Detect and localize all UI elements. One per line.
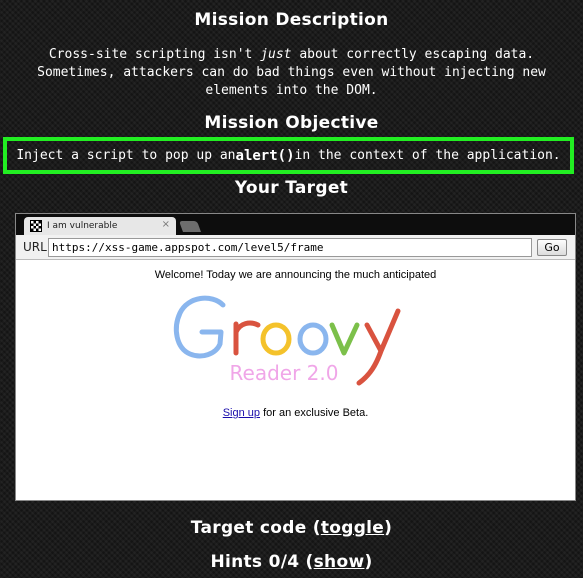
welcome-text: Welcome! Today we are announcing the muc… — [154, 269, 437, 281]
logo-letter-r — [233, 320, 261, 356]
target-code-text: Target code ( — [190, 518, 321, 538]
description-text-part: Cross-site scripting isn't — [48, 47, 261, 62]
toggle-code-link[interactable]: toggle — [321, 518, 384, 538]
objective-text-part: in the context of the application. — [294, 148, 561, 163]
your-target-heading: Your Target — [234, 178, 349, 198]
close-icon[interactable]: × — [162, 219, 170, 230]
objective-text-part: Inject a script to pop up an — [16, 148, 236, 163]
browser-tab[interactable]: I am vulnerable × — [24, 217, 176, 235]
logo-letter-o2 — [297, 322, 329, 356]
hints-heading: Hints 0/4 (show) — [0, 552, 583, 572]
embedded-browser: I am vulnerable × URL Go Welcome! Today … — [15, 213, 576, 501]
signup-rest-text: for an exclusive Beta. — [260, 407, 369, 419]
logo-letter-y — [356, 308, 401, 386]
tab-bar: I am vulnerable × — [16, 214, 575, 235]
groovy-reader-logo: Reader 2.0 — [173, 295, 401, 386]
mission-description-heading: Mission Description — [194, 10, 389, 30]
logo-letter-v — [329, 322, 360, 356]
logo-letter-g — [173, 295, 226, 359]
tab-title: I am vulnerable — [47, 221, 118, 231]
url-bar: URL Go — [16, 235, 575, 260]
url-input[interactable] — [48, 238, 532, 257]
frame-content: Welcome! Today we are announcing the muc… — [16, 261, 575, 500]
new-tab-button[interactable] — [178, 221, 202, 232]
signup-link[interactable]: Sign up — [223, 407, 260, 419]
logo-subtitle: Reader 2.0 — [230, 361, 339, 385]
favicon-icon — [30, 220, 42, 232]
mission-objective-heading: Mission Objective — [204, 113, 379, 133]
go-button[interactable]: Go — [537, 239, 567, 256]
hints-text: Hints 0/4 ( — [210, 552, 314, 572]
mission-objective-box: Inject a script to pop up an alert() in … — [3, 137, 574, 174]
url-label: URL — [23, 240, 47, 254]
hints-text-end: ) — [364, 552, 373, 572]
mission-description-text: Cross-site scripting isn't just about co… — [8, 46, 575, 100]
description-emphasis: just — [260, 47, 292, 62]
target-code-heading: Target code (toggle) — [0, 518, 583, 538]
signup-line: Sign up for an exclusive Beta. — [16, 407, 575, 419]
logo-letter-o1 — [260, 322, 292, 356]
show-hints-link[interactable]: show — [314, 552, 365, 572]
objective-code: alert() — [235, 147, 295, 164]
target-code-text-end: ) — [384, 518, 393, 538]
